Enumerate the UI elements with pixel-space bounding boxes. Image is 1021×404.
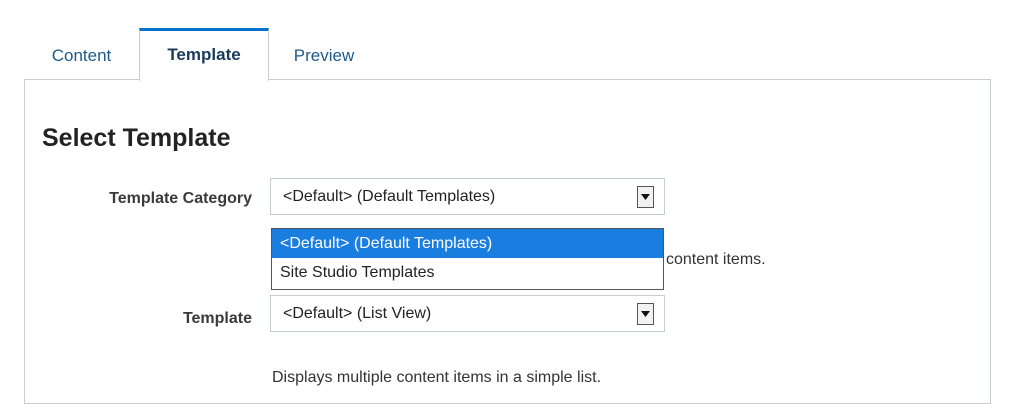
dropdown-option-default-templates[interactable]: <Default> (Default Templates) xyxy=(272,229,663,258)
template-category-dropdown: <Default> (Default Templates) Site Studi… xyxy=(271,228,664,290)
template-category-value: <Default> (Default Templates) xyxy=(283,188,496,205)
tab-bar: Content Template Preview xyxy=(24,28,991,81)
chevron-down-icon[interactable] xyxy=(637,186,654,208)
tab-content[interactable]: Content xyxy=(24,28,139,80)
tab-preview[interactable]: Preview xyxy=(269,28,379,80)
chevron-down-icon[interactable] xyxy=(637,303,654,325)
dropdown-option-site-studio-templates[interactable]: Site Studio Templates xyxy=(272,258,663,287)
template-category-helper: content items. xyxy=(666,251,766,268)
template-category-select[interactable]: <Default> (Default Templates) xyxy=(270,178,665,215)
template-helper: Displays multiple content items in a sim… xyxy=(272,369,602,386)
tab-template[interactable]: Template xyxy=(139,28,269,81)
template-category-label: Template Category xyxy=(109,190,252,207)
template-select[interactable]: <Default> (List View) xyxy=(270,295,665,332)
template-label: Template xyxy=(182,310,252,327)
template-value: <Default> (List View) xyxy=(283,305,432,322)
section-title: Select Template xyxy=(42,124,231,152)
